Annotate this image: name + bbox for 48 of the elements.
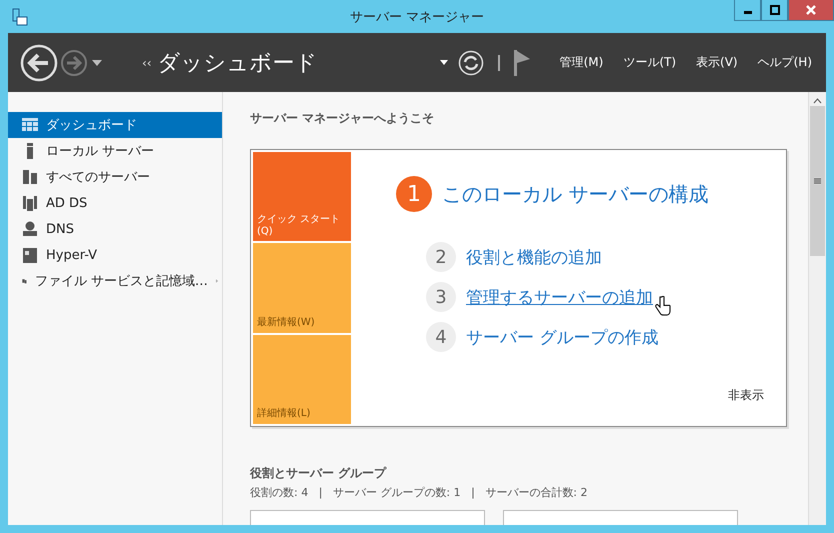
sidebar-item[interactable]: DNS [8, 216, 222, 242]
grip-icon [814, 178, 821, 184]
step-link[interactable]: このローカル サーバーの構成 [442, 180, 708, 208]
separator-icon [498, 54, 500, 70]
sidebar-item[interactable]: すべてのサーバー [8, 164, 222, 190]
refresh-button[interactable] [458, 50, 484, 76]
sidebar-item[interactable]: ファイル サービスと記憶域… [8, 268, 222, 294]
forward-button[interactable] [60, 48, 88, 76]
minimize-button[interactable] [734, 0, 761, 21]
back-button[interactable] [20, 44, 58, 82]
sidebar-item[interactable]: ダッシュボード [8, 112, 222, 138]
roles-heading: 役割とサーバー グループ [250, 465, 388, 482]
hand-cursor-icon [655, 296, 671, 316]
page-title: ダッシュボード [158, 50, 319, 78]
step-number: 2 [426, 242, 456, 272]
close-icon [806, 5, 816, 15]
app-icon [12, 8, 28, 26]
flag-icon[interactable] [514, 50, 530, 76]
maximize-icon [770, 5, 780, 15]
scrollbar[interactable] [808, 92, 826, 525]
hide-link[interactable]: 非表示 [728, 387, 764, 404]
breadcrumb-arrows[interactable]: ‹‹ [142, 56, 152, 70]
menu-item[interactable]: 管理(M) [560, 54, 604, 71]
sidebar-item[interactable]: Hyper-V [8, 242, 222, 268]
hyperv-server-icon [22, 247, 38, 263]
step-number: 4 [426, 322, 456, 352]
scrollbar-thumb[interactable] [810, 106, 825, 256]
step-link[interactable]: サーバー グループの作成 [466, 328, 658, 348]
tile-tab[interactable]: 最新情報(W) [253, 243, 351, 333]
dashboard-grid-icon [22, 117, 38, 133]
menu-item[interactable]: ヘルプ(H) [758, 54, 812, 71]
step-number: 1 [396, 176, 432, 212]
dropdown-caret-icon[interactable] [92, 60, 102, 66]
tile-tab[interactable]: 詳細情報(L) [253, 334, 351, 424]
step-link[interactable]: 管理するサーバーの追加 [466, 288, 653, 308]
step-link[interactable]: 役割と機能の追加 [466, 248, 602, 268]
window-title: サーバー マネージャー [348, 8, 486, 26]
sidebar-item[interactable]: AD DS [8, 190, 222, 216]
close-button[interactable] [788, 0, 834, 21]
menu-item[interactable]: 表示(V) [696, 54, 738, 71]
menu-item[interactable]: ツール(T) [623, 54, 676, 71]
roles-summary: 役割の数: 4 | サーバー グループの数: 1 | サーバーの合計数: 2 [250, 485, 588, 500]
step-number: 3 [426, 282, 456, 312]
scroll-up-icon[interactable] [813, 98, 822, 104]
welcome-heading: サーバー マネージャーへようこそ [250, 110, 436, 127]
servers-icon [22, 169, 38, 185]
sidebar-item[interactable]: ローカル サーバー [8, 138, 222, 164]
dropdown-caret-icon[interactable] [440, 60, 448, 65]
